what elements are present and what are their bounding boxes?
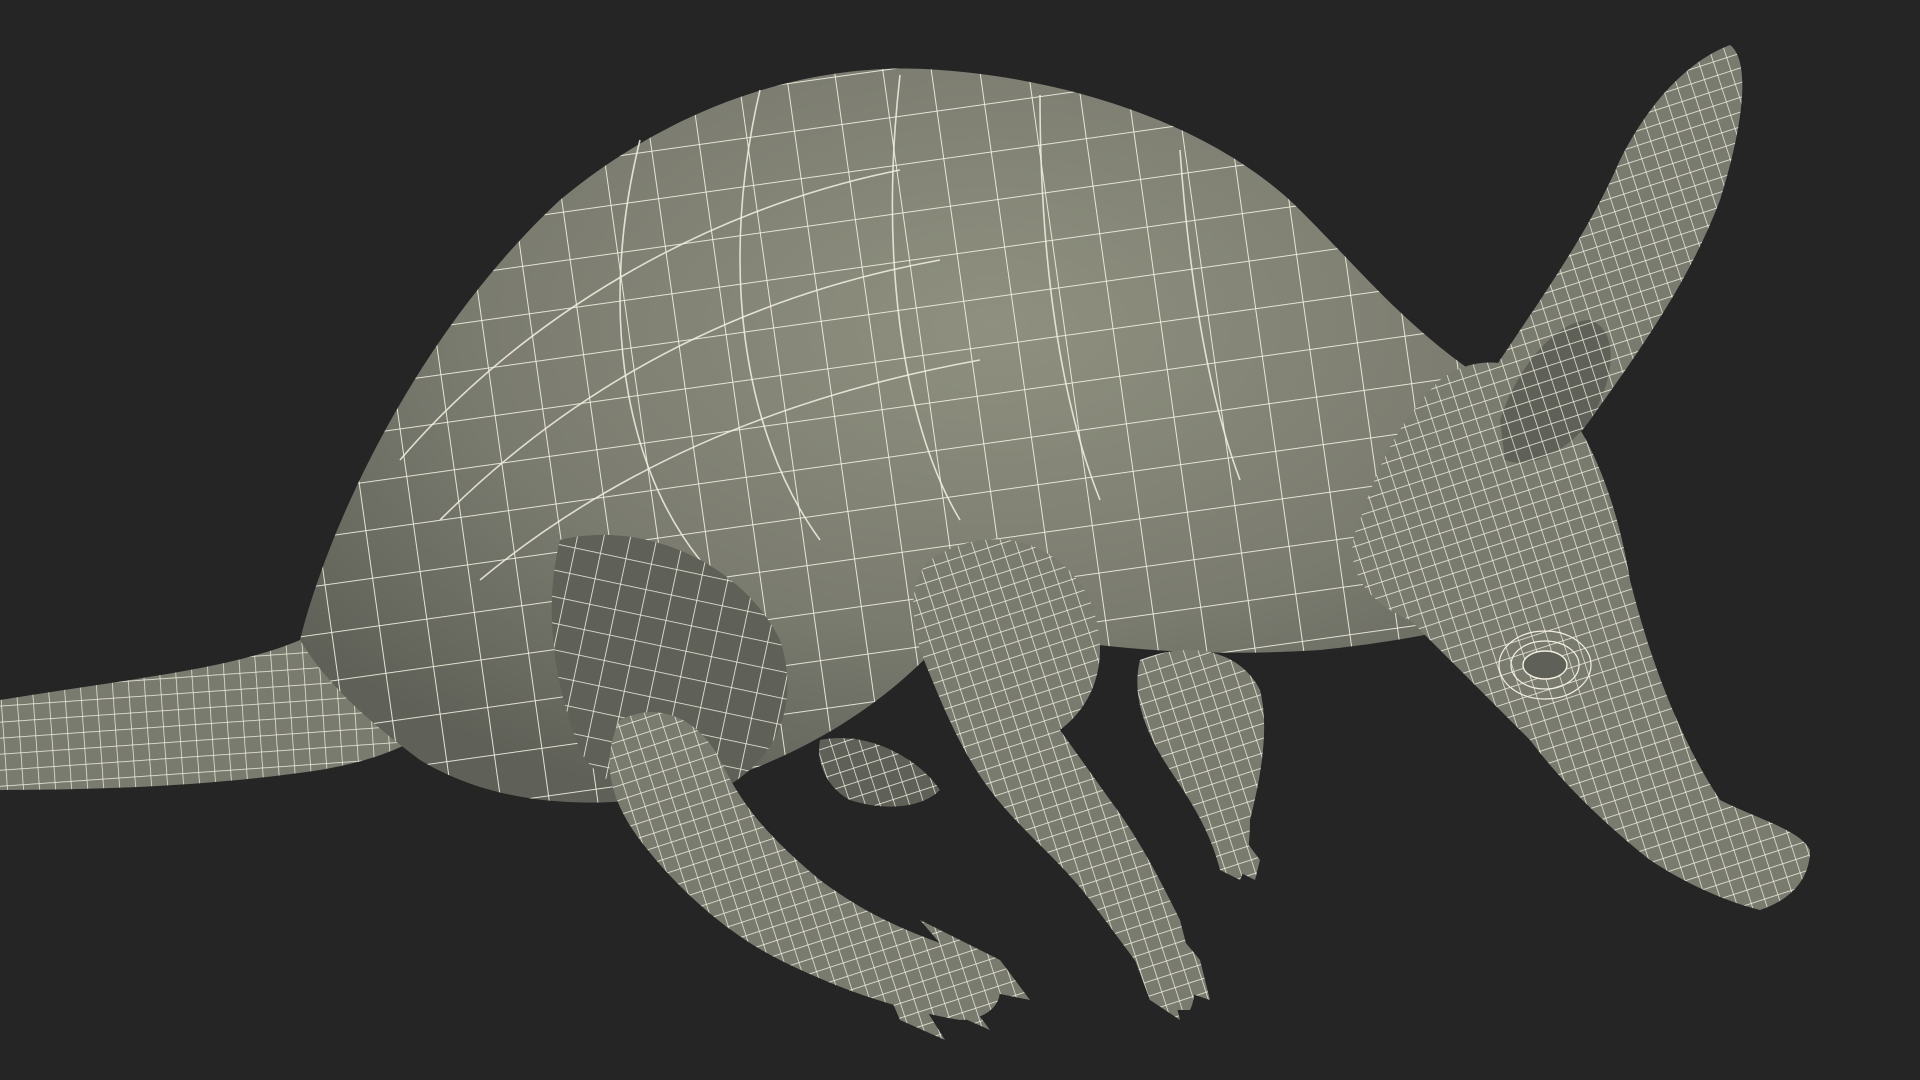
aardvark-wireframe-render	[0, 45, 1810, 1040]
viewport	[0, 0, 1920, 1080]
head	[1352, 362, 1810, 911]
far-hind-leg	[819, 738, 940, 807]
ear	[1485, 45, 1743, 468]
eye	[1522, 650, 1568, 680]
body	[300, 68, 1560, 803]
front-leg-far	[1137, 650, 1265, 880]
